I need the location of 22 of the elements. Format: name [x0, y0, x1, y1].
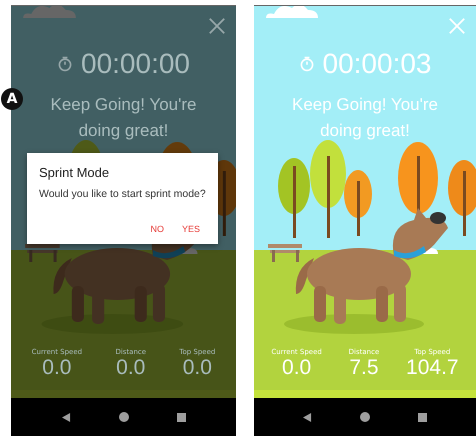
encouragement-text: Keep Going! You're doing great! [291, 94, 439, 142]
back-icon[interactable] [62, 412, 70, 422]
stat-value: 0.0 [42, 356, 72, 380]
stat-value: 0.0 [282, 356, 312, 380]
stat-value: 104.7 [406, 356, 459, 380]
back-icon[interactable] [303, 412, 312, 422]
dialog-title: Sprint Mode [39, 165, 110, 180]
stopwatch-icon [57, 56, 73, 72]
annotation-marker: A [1, 88, 23, 110]
stat-value: 0.0 [116, 356, 146, 380]
home-icon[interactable] [360, 412, 370, 422]
recents-icon[interactable] [176, 412, 186, 422]
timer-text: 00:00:00 [81, 48, 190, 80]
home-icon[interactable] [118, 412, 128, 422]
timer-text: 00:00:03 [322, 48, 432, 80]
dialog-message: Would you like to start sprint mode? [39, 188, 206, 200]
stat-value: 0.0 [182, 356, 212, 380]
stopwatch-icon [298, 56, 314, 72]
encouragement-text: Keep Going! You're doing great! [50, 94, 198, 142]
recents-icon[interactable] [418, 412, 427, 422]
close-icon[interactable] [208, 17, 226, 35]
stat-value: 7.5 [349, 356, 379, 380]
